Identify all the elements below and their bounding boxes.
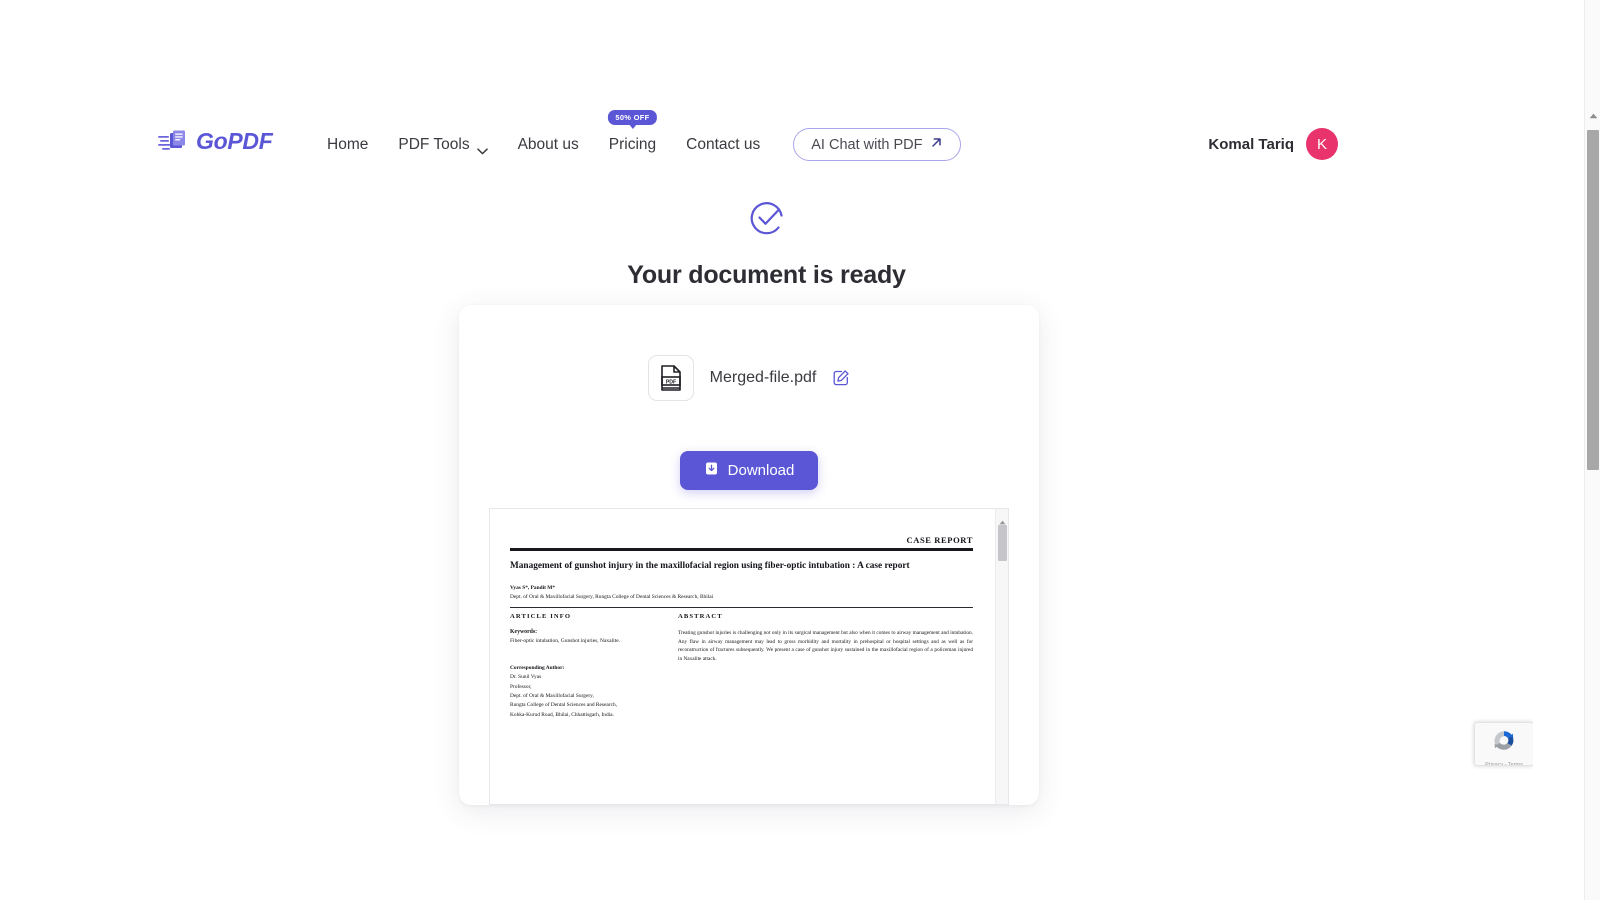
user-account[interactable]: Komal Tariq K (1208, 128, 1338, 160)
recaptcha-label: Privacy - Terms (1485, 762, 1523, 766)
doc-title: Management of gunshot injury in the maxi… (510, 561, 910, 571)
nav-label: Pricing (608, 135, 657, 153)
avatar[interactable]: K (1306, 128, 1338, 160)
recaptcha-icon (1490, 727, 1518, 760)
doc-keywords-body: Fiber-optic intubation, Gunshot injuries… (510, 638, 621, 645)
doc-corr-line-4: Kohka-Kurud Road, Bhilai, Chhattisgarh, … (510, 711, 614, 718)
doc-abstract-heading: ABSTRACT (678, 613, 723, 621)
nav-label: About us (517, 135, 579, 153)
doc-divider (510, 548, 973, 551)
file-name: Merged-file.pdf (709, 369, 817, 386)
doc-corresponding-heading: Corresponding Author: (510, 665, 565, 672)
nav-item-home[interactable]: Home (312, 136, 383, 154)
nav-label: PDF Tools (398, 135, 470, 153)
pdf-file-icon: PDF (647, 355, 694, 401)
site-logo[interactable]: GoPDF (158, 128, 273, 155)
ai-chat-label: AI Chat with PDF (811, 136, 923, 153)
pdf-preview[interactable]: CASE REPORT Management of gunshot injury… (489, 508, 1009, 805)
nav-label: Contact us (686, 135, 761, 153)
pdf-page-content: CASE REPORT Management of gunshot injury… (490, 509, 995, 804)
browser-scrollbar[interactable] (1584, 0, 1600, 900)
result-card: PDF Merged-file.pdf Download CASE REPORT… (459, 305, 1039, 805)
doc-affiliation: Dept. of Oral & Maxillofacial Surgery, R… (510, 594, 714, 601)
nav-item-pricing[interactable]: 50% OFF Pricing (594, 109, 671, 154)
chevron-down-icon (476, 142, 488, 155)
doc-corr-line-3: Rungta College of Dental Sciences and Re… (510, 702, 618, 709)
doc-kicker: CASE REPORT (906, 535, 973, 545)
svg-text:PDF: PDF (665, 379, 675, 385)
doc-authors: Vyas S*, Pandit M* (510, 585, 556, 592)
page-viewport: GoPDF Home PDF Tools About us 50% OFF Pr… (0, 0, 1533, 900)
download-row: Download (459, 451, 1039, 490)
pricing-discount-badge: 50% OFF (608, 109, 657, 125)
doc-article-info-heading: ARTICLE INFO (510, 613, 572, 621)
scrollbar-up-arrow-icon[interactable] (1589, 106, 1598, 124)
doc-keywords-heading: Keywords: (510, 629, 538, 636)
hero-section: Your document is ready (0, 198, 1533, 290)
preview-scrollbar-thumb[interactable] (998, 525, 1007, 561)
download-label: Download (727, 462, 795, 479)
download-button[interactable]: Download (679, 451, 819, 490)
doc-article-info-column: ARTICLE INFO Keywords: Fiber-optic intub… (510, 613, 660, 720)
gopdf-logo-icon (158, 129, 192, 155)
doc-abstract-body: Treating gunshot injuries is challenging… (678, 630, 973, 663)
file-row: PDF Merged-file.pdf (459, 355, 1039, 401)
download-icon (704, 461, 719, 480)
page-title: Your document is ready (627, 261, 906, 289)
nav-label: Home (327, 135, 369, 153)
page-root: GoPDF Home PDF Tools About us 50% OFF Pr… (0, 0, 1600, 900)
doc-abstract-column: ABSTRACT Treating gunshot injuries is ch… (678, 613, 973, 720)
nav-item-about-us[interactable]: About us (503, 136, 594, 154)
edit-pencil-icon[interactable] (832, 369, 850, 387)
doc-columns: ARTICLE INFO Keywords: Fiber-optic intub… (510, 613, 973, 720)
nav-item-pdf-tools[interactable]: PDF Tools (383, 135, 502, 155)
doc-corresponding-author: Corresponding Author: Dr. Sunil Vyas Pro… (510, 664, 660, 720)
main-navigation: Home PDF Tools About us 50% OFF Pricing … (312, 109, 962, 161)
logo-wordmark: GoPDF (196, 128, 273, 154)
browser-scrollbar-thumb[interactable] (1587, 130, 1599, 470)
doc-corr-line-1: Professor, (510, 683, 532, 690)
nav-item-contact-us[interactable]: Contact us (671, 136, 775, 154)
ai-chat-with-pdf-button[interactable]: AI Chat with PDF (793, 128, 962, 161)
preview-scrollbar[interactable] (995, 509, 1008, 804)
doc-divider-thin (510, 607, 973, 609)
doc-corr-line-0: Dr. Sunil Vyas (510, 674, 542, 681)
recaptcha-badge[interactable]: Privacy - Terms (1474, 722, 1533, 766)
circle-check-icon (0, 198, 1533, 243)
user-name: Komal Tariq (1208, 135, 1294, 153)
doc-corr-line-2: Dept. of Oral & Maxillofacial Surgery, (510, 692, 594, 699)
arrow-up-right-icon (930, 136, 943, 153)
